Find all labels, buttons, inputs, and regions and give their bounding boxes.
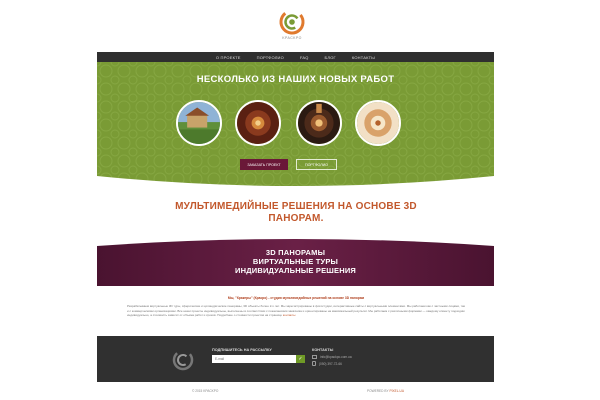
main-nav: О ПРОЕКТЕ ПОРТФОЛИО FAQ БЛОГ КОНТАКТЫ [97,52,494,62]
panorama-image-2 [237,102,279,144]
portfolio-button[interactable]: ПОРТФОЛИО [296,159,337,170]
copyright-text: © 2015 KPACKPO [192,389,219,393]
portfolio-thumb-2[interactable] [235,100,281,146]
contacts-label: КОНТАКТЫ [312,348,334,352]
banner-line-3: ИНДИВИДУАЛЬНЫЕ РЕШЕНИЯ [234,266,357,275]
phone-icon [312,361,316,366]
section-headline: МУЛЬТИМЕДИЙНЫЕ РЕШЕНИЯ НА ОСНОВЕ 3D ПАНО… [137,201,455,225]
headline-line-2: ПАНОРАМ. [268,213,324,224]
footer-logo-icon[interactable] [172,349,194,371]
portfolio-thumb-1[interactable] [176,100,222,146]
logo-text: KPACKPO [282,36,302,40]
footer: ПОДПИШИТЕСЬ НА РАССЫЛКУ ✓ КОНТАКТЫ info@… [97,336,494,382]
banner-text: 3D ПАНОРАМЫ ВИРТУАЛЬНЫЕ ТУРЫ ИНДИВИДУАЛЬ… [97,248,494,275]
order-project-button[interactable]: ЗАКАЗАТЬ ПРОЕКТ [240,159,288,170]
nav-item-faq[interactable]: FAQ [300,55,309,60]
contact-email-row: info@kpackpo.com.ua [312,355,352,359]
logo-icon[interactable] [279,9,305,35]
page: KPACKPO О ПРОЕКТЕ ПОРТФОЛИО FAQ БЛОГ КОН… [97,0,494,400]
nav-item-portfolio[interactable]: ПОРТФОЛИО [257,55,284,60]
about-contacts-link[interactable]: контакты [283,313,296,317]
portfolio-thumb-3[interactable] [296,100,342,146]
check-icon: ✓ [298,356,303,362]
contact-email[interactable]: info@kpackpo.com.ua [320,355,352,359]
powered-by-prefix: POWERED BY [367,389,389,393]
portfolio-thumb-4[interactable] [355,100,401,146]
about-body-text: Разрабатываем виртуальные 3D туры, сфери… [127,304,465,317]
nav-item-contacts[interactable]: КОНТАКТЫ [352,55,375,60]
panorama-image-3 [298,102,340,144]
about-intro: Мы, "Кракеры" (Красро) - студия мультиме… [227,296,365,300]
about-body: Разрабатываем виртуальные 3D туры, сфери… [127,304,465,318]
subscribe-label: ПОДПИШИТЕСЬ НА РАССЫЛКУ [212,348,272,352]
hero-title: НЕСКОЛЬКО ИЗ НАШИХ НОВЫХ РАБОТ [196,74,395,85]
nav-item-blog[interactable]: БЛОГ [325,55,336,60]
nav-item-about[interactable]: О ПРОЕКТЕ [216,55,241,60]
banner-line-1: 3D ПАНОРАМЫ [265,248,326,257]
hero-section: НЕСКОЛЬКО ИЗ НАШИХ НОВЫХ РАБОТ ЗАКАЗАТЬ … [97,62,494,186]
services-banner: 3D ПАНОРАМЫ ВИРТУАЛЬНЫЕ ТУРЫ ИНДИВИДУАЛЬ… [97,238,494,286]
banner-line-2: ВИРТУАЛЬНЫЕ ТУРЫ [252,257,339,266]
bottom-bar: © 2015 KPACKPO POWERED BY PIXEL-UA [97,382,494,400]
powered-by-link[interactable]: PIXEL-UA [389,389,404,393]
panorama-image-4 [357,102,399,144]
subscribe-email-input[interactable] [212,355,296,363]
powered-by: POWERED BY PIXEL-UA [367,389,404,393]
contact-phone[interactable]: (050) 397-72-66 [319,362,342,366]
subscribe-submit-button[interactable]: ✓ [296,355,305,363]
headline-line-1: МУЛЬТИМЕДИЙНЫЕ РЕШЕНИЯ НА ОСНОВЕ 3D [175,201,417,212]
contact-phone-row: (050) 397-72-66 [312,361,342,366]
panorama-image-1 [178,102,220,144]
mail-icon [312,355,317,359]
